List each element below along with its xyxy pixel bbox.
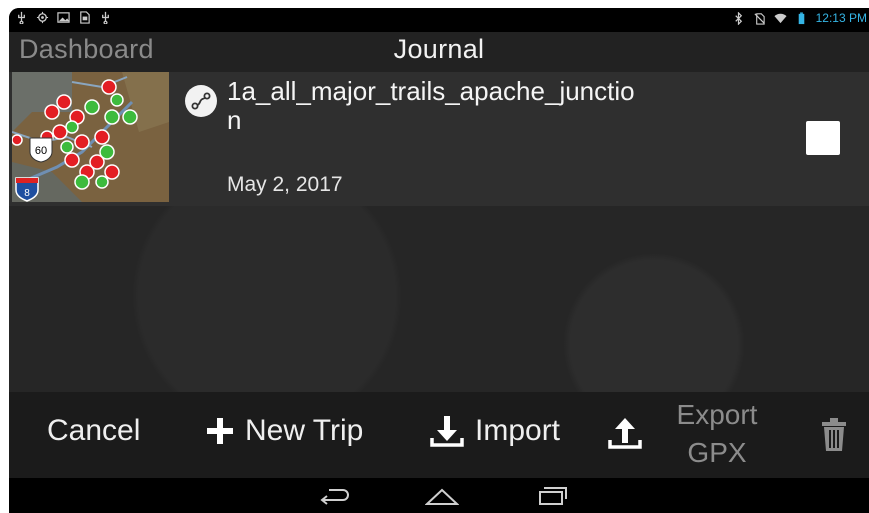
navigation-bar [9,478,869,513]
export-label-line2: GPX [687,437,747,468]
clock: 12:13 PM [815,11,867,25]
back-icon[interactable] [319,486,351,506]
svg-text:60: 60 [35,145,47,157]
export-gpx-button[interactable]: Export GPX [671,396,763,472]
import-button[interactable]: Import [429,414,560,448]
usb-icon [102,11,109,24]
route-icon [185,85,217,117]
dashboard-link[interactable]: Dashboard [19,34,154,65]
new-trip-label: New Trip [245,414,364,447]
trash-icon[interactable] [820,418,848,457]
map-thumbnail-graphic: 60 8 [12,72,169,202]
home-icon[interactable] [425,486,459,506]
sd-card-icon [80,11,90,24]
status-system: 12:13 PM [732,11,869,25]
new-trip-button[interactable]: New Trip [205,414,363,448]
import-label: Import [475,414,561,447]
trip-row[interactable]: 60 8 1a_all_major_trails_apache_junction [9,72,869,206]
device-screen: 12:13 PM Journal Dashboard 60 8 1a_all_m… [9,8,869,513]
download-icon [430,416,464,447]
trip-list: 60 8 1a_all_major_trails_apache_junction [9,72,869,392]
interstate-shield-8: 8 [15,177,39,202]
status-notifications [15,11,112,24]
title-bar: Journal Dashboard [9,32,869,72]
recents-icon[interactable] [536,486,568,506]
location-icon [36,11,49,24]
usb-icon [18,11,25,24]
image-icon [57,12,70,23]
export-label-line1: Export [676,399,758,430]
cancel-button[interactable]: Cancel [47,414,140,448]
battery-icon [798,11,804,24]
cancel-label: Cancel [47,414,141,447]
status-bar: 12:13 PM [9,8,869,32]
trip-select-checkbox[interactable] [806,121,840,155]
map-thumbnail: 60 8 [12,72,169,202]
action-bar: Cancel New Trip Import Export GPX [9,392,869,478]
trip-name: 1a_all_major_trails_apache_junction [227,76,635,135]
no-sim-icon [754,12,765,25]
trip-date: May 2, 2017 [227,173,343,196]
plus-icon [207,418,233,444]
bluetooth-icon [734,11,742,25]
upload-icon[interactable] [607,416,643,455]
highway-shield-60: 60 [29,137,53,163]
wifi-icon [774,13,787,23]
svg-text:8: 8 [24,188,30,199]
